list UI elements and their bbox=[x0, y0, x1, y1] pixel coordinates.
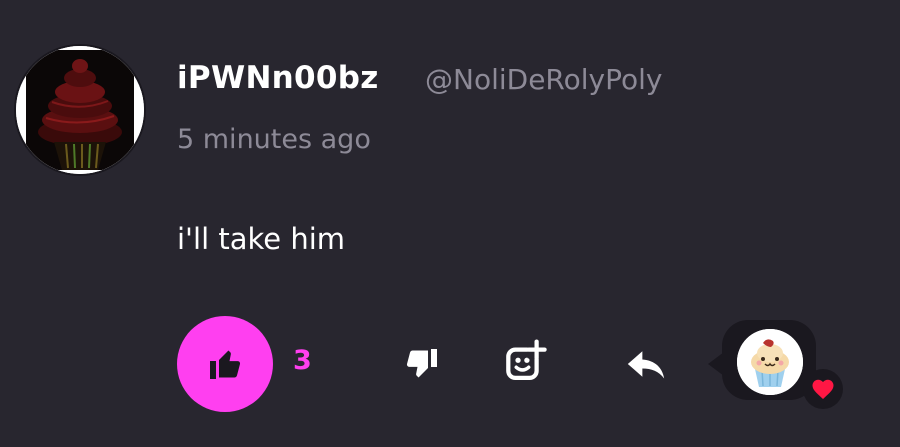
comment-text: i'll take him bbox=[177, 222, 346, 256]
author-username[interactable]: iPWNn00bz bbox=[177, 60, 379, 96]
reaction-badge bbox=[803, 369, 843, 409]
cupcake-avatar-image bbox=[16, 46, 144, 174]
dislike-button[interactable] bbox=[398, 340, 446, 388]
add-reaction-icon bbox=[506, 339, 547, 381]
comment-card: iPWNn00bz @NoliDeRolyPoly 5 minutes ago … bbox=[0, 0, 900, 447]
cupcake-avatar-icon bbox=[737, 329, 803, 395]
like-count: 3 bbox=[293, 345, 312, 376]
author-handle[interactable]: @NoliDeRolyPoly bbox=[425, 63, 662, 96]
comment-timestamp: 5 minutes ago bbox=[177, 124, 371, 155]
add-reaction-button[interactable] bbox=[502, 338, 550, 386]
reactor-avatar[interactable] bbox=[737, 329, 803, 395]
thumbs-up-icon bbox=[210, 350, 241, 379]
like-button[interactable] bbox=[177, 316, 273, 412]
reply-arrow-icon bbox=[627, 351, 665, 379]
reply-button[interactable] bbox=[622, 340, 670, 388]
author-avatar[interactable] bbox=[16, 46, 144, 174]
thumbs-down-icon bbox=[406, 349, 437, 378]
heart-icon bbox=[812, 379, 834, 399]
